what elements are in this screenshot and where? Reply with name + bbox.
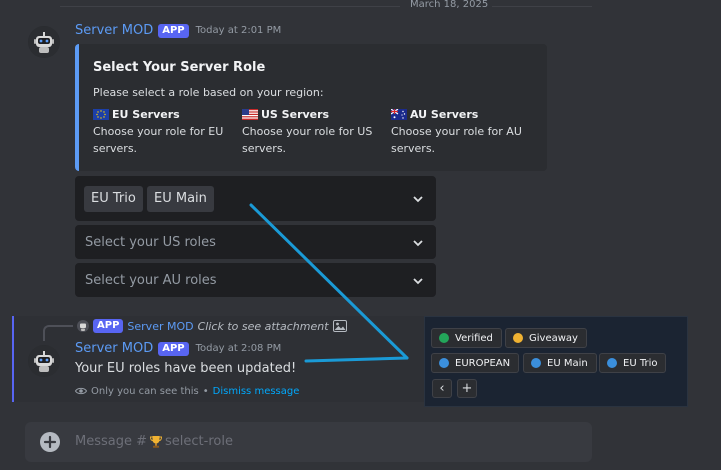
input-placeholder-prefix: Message # xyxy=(75,434,148,449)
add-attachment-button[interactable] xyxy=(40,432,60,452)
input-placeholder-channel: select-role xyxy=(165,434,233,449)
arrow-diagonal-segment xyxy=(249,203,409,360)
arrow-horizontal-segment xyxy=(304,356,409,363)
plus-icon xyxy=(43,435,57,449)
annotation-arrow xyxy=(249,203,409,363)
message-input[interactable]: Message # select-role xyxy=(75,434,233,449)
trophy-icon xyxy=(150,435,163,448)
message-input-bar[interactable]: Message # select-role xyxy=(25,422,592,462)
